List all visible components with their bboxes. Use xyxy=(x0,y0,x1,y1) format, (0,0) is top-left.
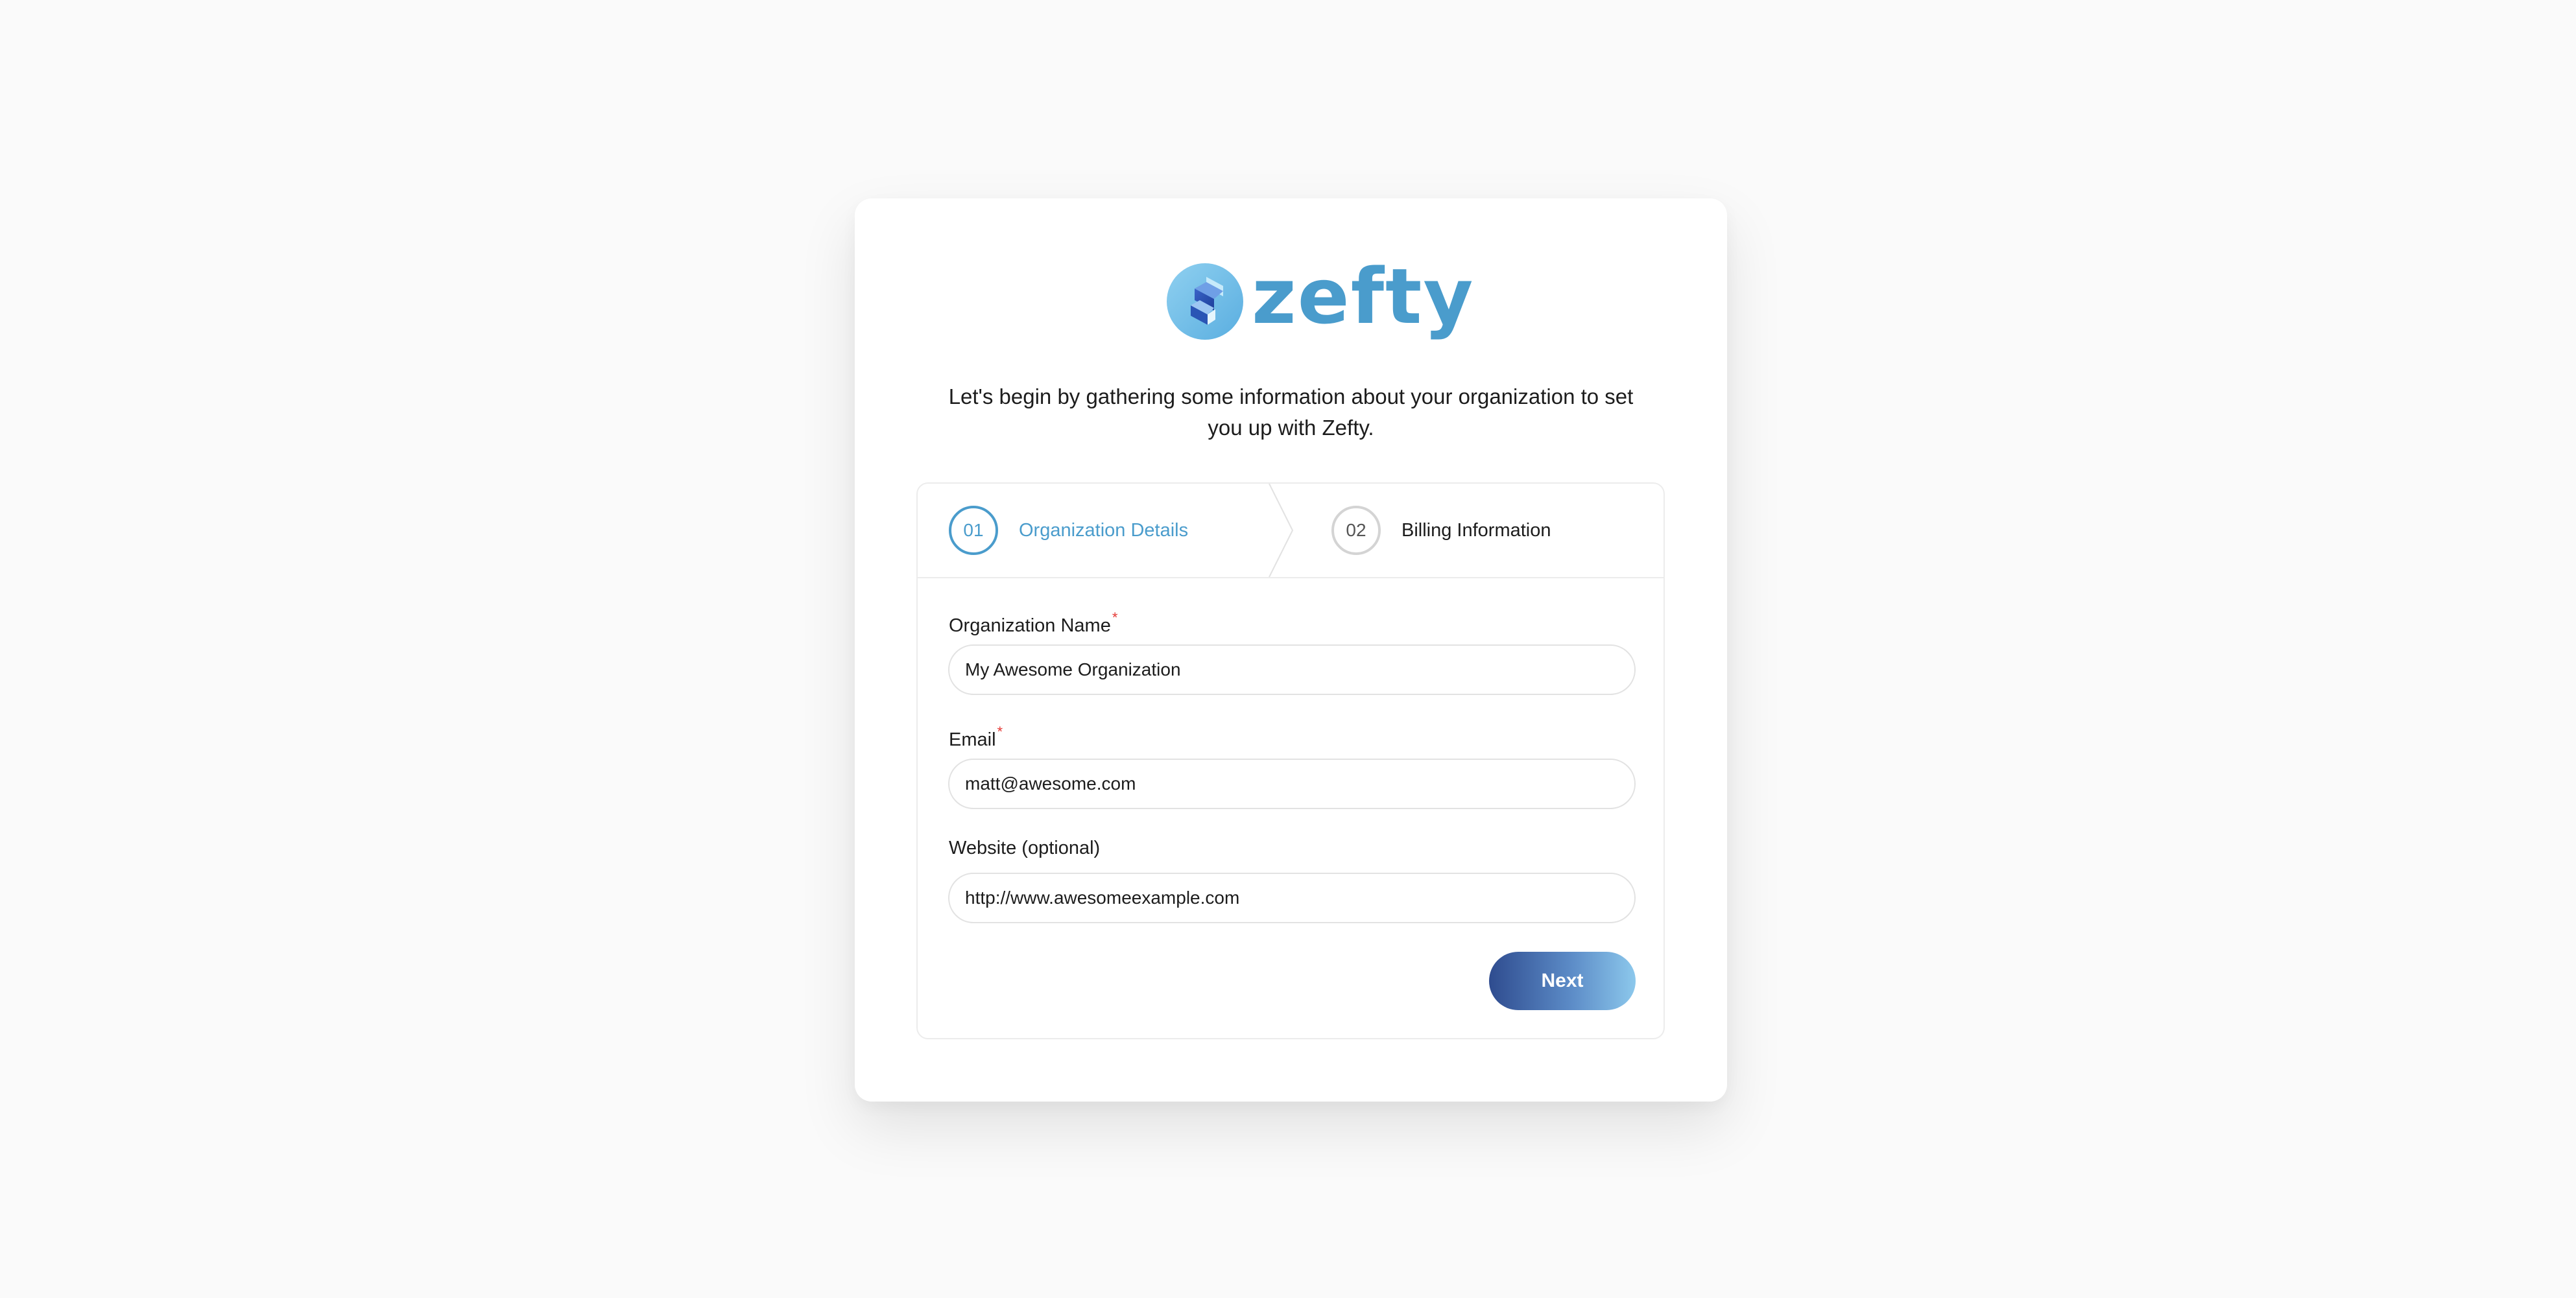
stepper: 01 Organization Details 02 Billing Infor… xyxy=(918,484,1664,578)
brand-logo: zefty xyxy=(1166,251,1475,342)
zefty-logo-icon xyxy=(1167,263,1243,340)
step-number: 01 xyxy=(949,506,998,555)
step-label: Organization Details xyxy=(1019,519,1189,541)
website-input[interactable] xyxy=(948,873,1636,923)
website-label: Website (optional) xyxy=(949,838,1101,858)
email-input[interactable] xyxy=(948,759,1636,809)
org-name-label: Organization Name* xyxy=(949,609,1118,636)
step-number: 02 xyxy=(1331,506,1381,555)
next-button[interactable]: Next xyxy=(1489,952,1636,1010)
step-label: Billing Information xyxy=(1401,519,1551,541)
onboarding-card: zefty Let's begin by gathering some info… xyxy=(855,198,1727,1102)
step-billing-information[interactable]: 02 Billing Information xyxy=(1331,504,1551,556)
setup-panel: 01 Organization Details 02 Billing Infor… xyxy=(916,482,1665,1039)
email-label: Email* xyxy=(949,724,1003,750)
required-mark: * xyxy=(1112,609,1118,626)
required-mark: * xyxy=(997,724,1003,740)
step-organization-details[interactable]: 01 Organization Details xyxy=(949,504,1188,556)
org-name-input[interactable] xyxy=(948,644,1636,695)
brand-wordmark: zefty xyxy=(1252,251,1475,341)
intro-text: Let's begin by gathering some informatio… xyxy=(948,384,1634,440)
step-separator-chevron-icon xyxy=(1269,484,1294,577)
